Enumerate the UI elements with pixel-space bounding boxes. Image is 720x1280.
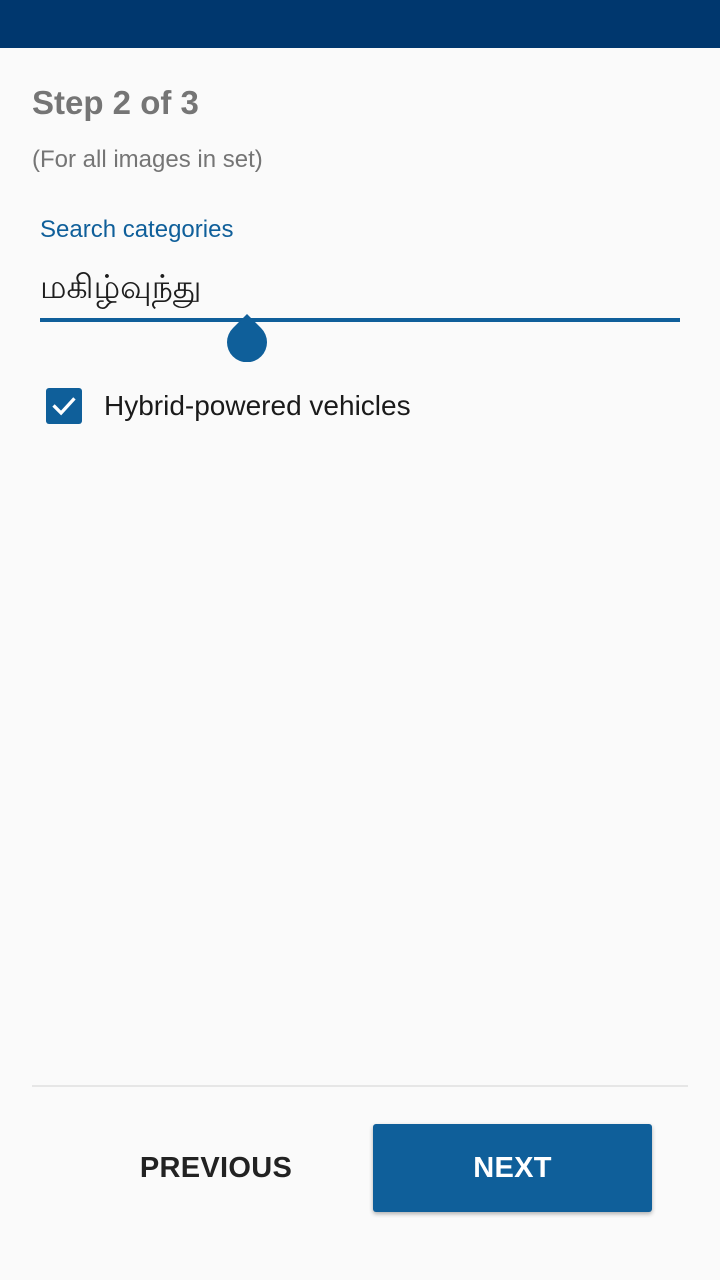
step-title: Step 2 of 3	[32, 84, 199, 121]
text-cursor-handle-icon[interactable]	[227, 314, 267, 362]
step-subtitle: (For all images in set)	[32, 146, 263, 173]
footer-divider	[32, 1085, 688, 1087]
upload-wizard-screen: Step 2 of 3 (For all images in set) Sear…	[0, 0, 720, 1280]
checkbox-checked[interactable]	[46, 388, 82, 424]
search-categories-input[interactable]	[40, 262, 680, 316]
category-result-hybrid-powered-vehicles[interactable]: Hybrid-powered vehicles	[46, 384, 411, 428]
search-input-underline	[40, 318, 680, 322]
checkmark-icon	[52, 397, 76, 416]
category-result-label: Hybrid-powered vehicles	[104, 390, 411, 421]
next-button[interactable]: NEXT	[373, 1124, 652, 1212]
search-categories-label: Search categories	[40, 216, 234, 243]
previous-button[interactable]: PREVIOUS	[80, 1124, 352, 1212]
status-bar	[0, 0, 720, 48]
